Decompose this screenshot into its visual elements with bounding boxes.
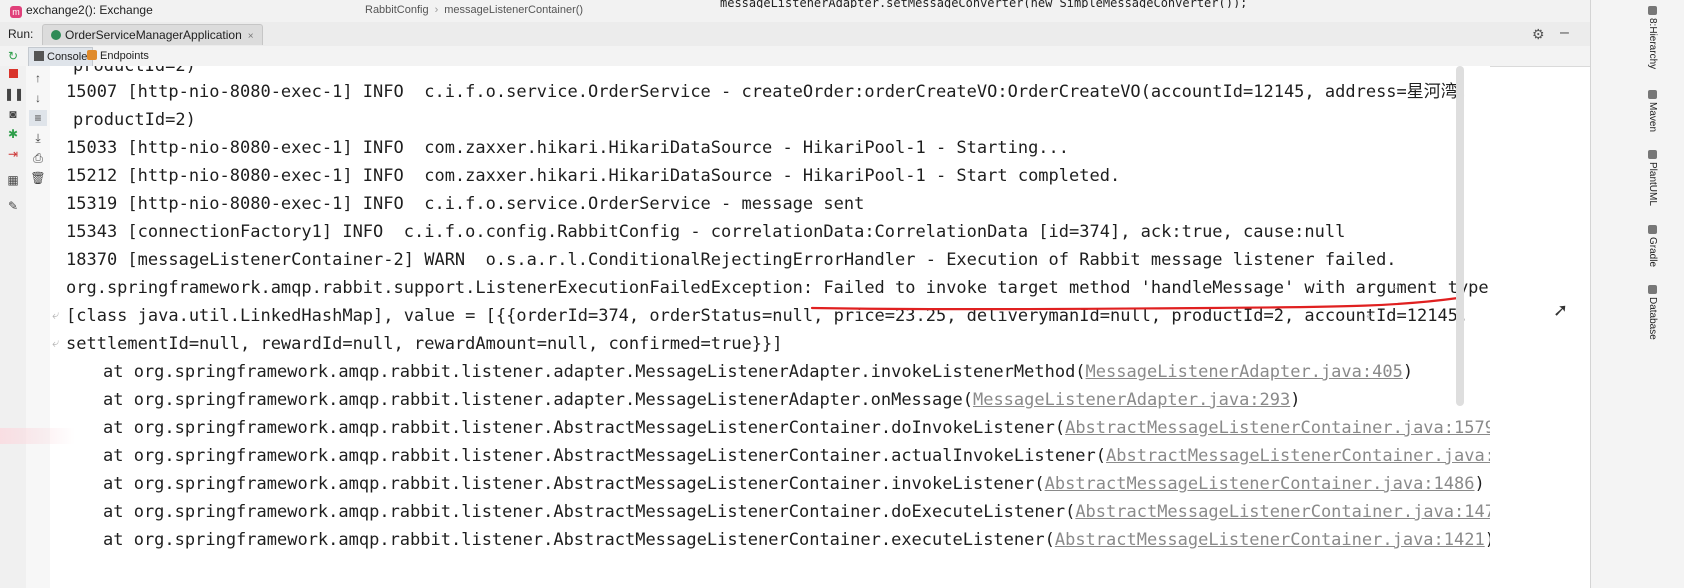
project-title-text: exchange2(): Exchange (26, 3, 153, 17)
trash-icon[interactable]: 🗑 (29, 170, 47, 186)
stack-frame: at org.springframework.amqp.rabbit.liste… (103, 498, 1490, 526)
pin-icon[interactable]: ✎ (4, 198, 22, 214)
scroll-end-icon[interactable]: ⤓ (29, 130, 47, 146)
console-line: 15343 [connectionFactory1] INFO c.i.f.o.… (66, 222, 1346, 242)
tool-database[interactable]: Database (1642, 285, 1658, 340)
stack-frame-link[interactable]: AbstractMessageListenerContainer.java:14… (1045, 474, 1475, 494)
stack-frame: at org.springframework.amqp.rabbit.liste… (103, 386, 1301, 414)
stack-frame-text: at org.springframework.amqp.rabbit.liste… (103, 474, 1045, 494)
console-line-warn: 18370 [messageListenerContainer-2] WARN … (66, 250, 1397, 270)
stack-frame-suffix: ) (1485, 530, 1490, 550)
rerun-icon[interactable]: ↻ (4, 48, 22, 64)
console-line: 15033 [http-nio-8080-exec-1] INFO com.za… (66, 138, 1070, 158)
gear-icon[interactable]: ⚙ (1532, 26, 1545, 43)
stack-frame-suffix: ) (1402, 362, 1414, 382)
run-label: Run: (8, 27, 34, 41)
database-icon (1647, 285, 1657, 294)
soft-wrap-marker: ⤶ (52, 336, 60, 351)
console-line: productId=2) (73, 110, 196, 130)
exit-icon[interactable]: ⇥ (4, 146, 22, 162)
layout-icon[interactable]: ▦ (4, 172, 22, 188)
stack-frame-text: at org.springframework.amqp.rabbit.liste… (103, 418, 1066, 438)
stack-frame-link[interactable]: MessageListenerAdapter.java:293 (973, 390, 1290, 410)
stack-frame-text: at org.springframework.amqp.rabbit.liste… (103, 530, 1055, 550)
title-strip: m exchange2(): Exchange RabbitConfig › mess… (0, 0, 1590, 23)
console-line: 15319 [http-nio-8080-exec-1] INFO c.i.f.… (66, 194, 865, 214)
stack-frame: at org.springframework.amqp.rabbit.liste… (103, 442, 1490, 470)
pink-smudge (0, 428, 75, 444)
plantuml-icon (1647, 150, 1657, 159)
up-arrow-icon[interactable]: ↑ (29, 70, 47, 86)
run-config-label: OrderServiceManagerApplication (65, 28, 242, 42)
tool-gradle[interactable]: Gradle (1642, 225, 1658, 267)
console-line: 15007 [http-nio-8080-exec-1] INFO c.i.f.… (66, 82, 1469, 102)
breadcrumb: RabbitConfig › messageListenerContainer() (365, 4, 583, 16)
console-line: 15212 [http-nio-8080-exec-1] INFO com.za… (66, 166, 1121, 186)
mouse-cursor-icon: ➚ (1553, 300, 1569, 320)
tool-maven[interactable]: Maven (1642, 90, 1658, 132)
tool-maven-label: Maven (1647, 102, 1658, 133)
stack-frame: at org.springframework.amqp.rabbit.liste… (103, 358, 1413, 386)
endpoints-icon (87, 50, 97, 60)
right-tool-strip (1590, 0, 1684, 588)
stack-frame-link[interactable]: MessageListenerAdapter.java:405 (1086, 362, 1403, 382)
console-subtabs: Console Endpoints (0, 46, 1590, 67)
spring-boot-icon (51, 30, 61, 40)
run-toolbar: ↻ ❚❚ ◙ ✱ ⇥ ▦ ✎ (0, 49, 27, 588)
stack-frame: at org.springframework.amqp.rabbit.liste… (103, 470, 1485, 498)
console-line-exception: settlementId=null, rewardId=null, reward… (66, 334, 783, 354)
stack-frame-suffix: ) (1474, 474, 1485, 494)
stack-frame-suffix: ) (1290, 390, 1301, 410)
module-icon: m (10, 6, 22, 18)
breadcrumb-separator: › (434, 4, 439, 16)
stack-frame-link[interactable]: AbstractMessageListenerContainer.java:15… (1065, 418, 1490, 438)
tool-plantuml[interactable]: PlantUML (1642, 150, 1658, 206)
soft-wrap-marker: ⤶ (52, 308, 60, 323)
tool-hierarchy[interactable]: 8:Hierarchy (1642, 6, 1658, 69)
editor-peek-text: messageListenerAdapter.setMessageConvert… (720, 0, 1248, 8)
tool-plantuml-label: PlantUML (1647, 162, 1658, 206)
print-icon[interactable]: ⎙ (29, 150, 47, 166)
stack-frame-text: at org.springframework.amqp.rabbit.liste… (103, 502, 1076, 522)
breadcrumb-item-class[interactable]: RabbitConfig (365, 4, 429, 16)
red-underline-annotation (810, 296, 1460, 311)
console-icon (34, 51, 44, 61)
project-title[interactable]: m exchange2(): Exchange (10, 3, 153, 18)
gradle-icon (1647, 225, 1657, 234)
settings-icon[interactable]: ✱ (4, 126, 22, 142)
run-config-tab[interactable]: OrderServiceManagerApplication × (42, 24, 263, 45)
console-output[interactable]: productId=2) 15007 [http-nio-8080-exec-1… (50, 66, 1490, 588)
stack-frame-link[interactable]: AbstractMessageListenerContainer.java:14… (1055, 530, 1485, 550)
stack-frame-text: at org.springframework.amqp.rabbit.liste… (103, 390, 973, 410)
stack-frame: at org.springframework.amqp.rabbit.liste… (103, 526, 1490, 554)
tool-gradle-label: Gradle (1647, 237, 1658, 268)
tab-endpoints-label: Endpoints (100, 50, 149, 62)
vertical-scrollbar[interactable] (1456, 66, 1464, 406)
pause-icon[interactable]: ❚❚ (4, 86, 24, 102)
stack-frame-link[interactable]: AbstractMessageListenerContainer.java:14… (1075, 502, 1490, 522)
tool-database-label: Database (1647, 297, 1658, 340)
camera-icon[interactable]: ◙ (4, 106, 22, 122)
down-arrow-icon[interactable]: ↓ (29, 90, 47, 106)
breadcrumb-item-method[interactable]: messageListenerContainer() (444, 4, 583, 16)
close-icon[interactable]: × (248, 31, 254, 42)
console-toolbar: ↑ ↓ ≡ ⤓ ⎙ 🗑 (26, 66, 51, 588)
run-toolwindow-header: Run: OrderServiceManagerApplication × ⚙ – (0, 22, 1590, 47)
tool-hierarchy-label: Hierarchy (1647, 26, 1658, 70)
minus-icon[interactable]: – (1560, 24, 1569, 42)
soft-wrap-icon[interactable]: ≡ (29, 110, 47, 126)
tab-endpoints[interactable]: Endpoints (82, 47, 154, 65)
stack-frame: at org.springframework.amqp.rabbit.liste… (103, 414, 1490, 442)
hierarchy-icon (1647, 6, 1657, 15)
stack-frame-text: at org.springframework.amqp.rabbit.liste… (103, 446, 1107, 466)
stack-frame-text: at org.springframework.amqp.rabbit.liste… (103, 362, 1086, 382)
stop-icon[interactable] (4, 66, 22, 82)
stack-frame-link[interactable]: AbstractMessageListenerContainer.java:14… (1106, 446, 1490, 466)
maven-icon (1647, 90, 1657, 99)
